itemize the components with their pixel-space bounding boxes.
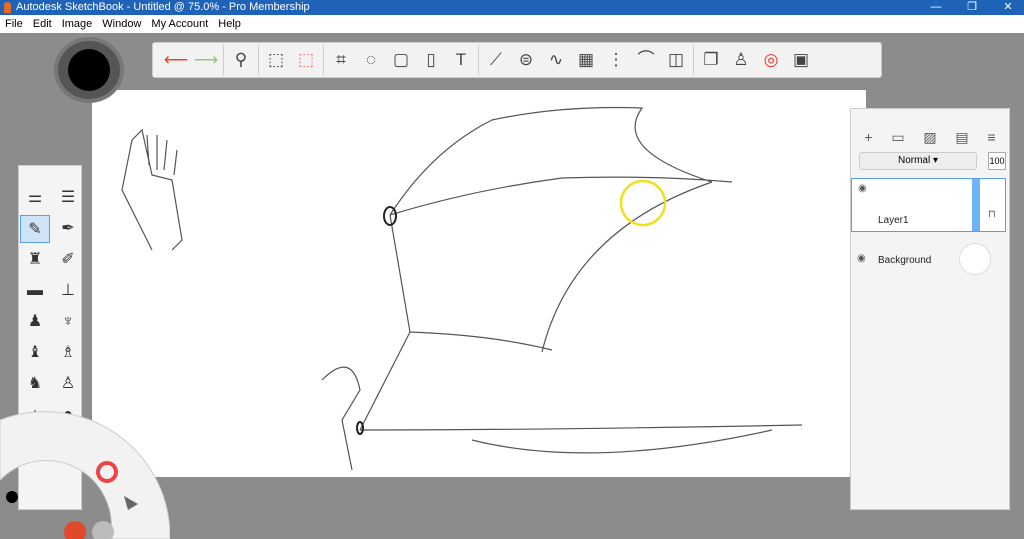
- chisel-icon[interactable]: ♗: [53, 339, 83, 367]
- ellipse-icon[interactable]: ⊜: [513, 45, 539, 75]
- lasso-icon[interactable]: ◌: [358, 45, 384, 75]
- pencil-brush-icon[interactable]: ✎: [20, 215, 50, 243]
- select-icon[interactable]: ⬚: [263, 45, 289, 75]
- perspective-icon[interactable]: ▦: [573, 45, 599, 75]
- dragon-sketch: [121, 106, 803, 471]
- ink-pen-icon[interactable]: ♝: [20, 339, 50, 367]
- symmetry-icon[interactable]: ⋮: [603, 45, 629, 75]
- redo-icon[interactable]: [92, 521, 114, 539]
- layer-menu-icon[interactable]: ≡: [987, 129, 995, 146]
- menu-window[interactable]: Window: [102, 15, 141, 33]
- crop-icon[interactable]: ⌗: [328, 45, 354, 75]
- folder-icon[interactable]: ▭: [891, 129, 904, 146]
- menu-help[interactable]: Help: [218, 15, 241, 33]
- ruler-icon[interactable]: ⟋: [483, 45, 509, 75]
- divider: [223, 45, 224, 75]
- stamp-brush-icon[interactable]: ⊥: [53, 277, 83, 305]
- zoom-icon[interactable]: ⚲: [228, 45, 254, 75]
- redo-icon[interactable]: ⟶: [193, 45, 219, 75]
- minimize-button[interactable]: —: [930, 0, 942, 15]
- transform-icon[interactable]: ▢: [388, 45, 414, 75]
- lagoon-menu[interactable]: [0, 400, 170, 539]
- menu-file[interactable]: File: [5, 15, 23, 33]
- background-color-thumb[interactable]: [959, 243, 991, 275]
- lock-icon[interactable]: ⊓: [988, 209, 996, 220]
- visibility-eye-icon[interactable]: ◉: [858, 183, 867, 194]
- french-curve-icon[interactable]: ∿: [543, 45, 569, 75]
- layer-name: Layer1: [878, 215, 909, 226]
- layer-editor: + ▭ ▨ ▤ ≡ Normal ▾ 100 ◉ Layer1 ⊓ ◉ Back…: [850, 108, 1010, 510]
- visibility-eye-icon[interactable]: ◉: [857, 253, 866, 264]
- clear-layer-icon[interactable]: ▤: [955, 129, 968, 146]
- window-title: Autodesk SketchBook - Untitled @ 75.0% -…: [16, 1, 310, 13]
- text-icon[interactable]: T: [448, 45, 474, 75]
- menu-my-account[interactable]: My Account: [151, 15, 208, 33]
- brushes-icon[interactable]: ♙: [728, 45, 754, 75]
- title-bar: Autodesk SketchBook - Untitled @ 75.0% -…: [0, 0, 1024, 15]
- menu-bar: File Edit Image Window My Account Help: [0, 15, 1024, 33]
- fill-icon[interactable]: ▯: [418, 45, 444, 75]
- brush-puck[interactable]: [54, 37, 124, 103]
- felt-pen-icon[interactable]: ♞: [20, 370, 50, 398]
- brush-settings-icon[interactable]: ⚌: [20, 184, 50, 212]
- fan-brush-icon[interactable]: ♆: [53, 308, 83, 336]
- airbrush-icon[interactable]: ♟: [20, 308, 50, 336]
- divider: [323, 45, 324, 75]
- layer-row[interactable]: ◉ Layer1 ⊓: [851, 178, 1006, 232]
- layer-name[interactable]: Background: [878, 255, 931, 266]
- divider: [478, 45, 479, 75]
- stroke-icon[interactable]: ⌒: [633, 45, 659, 75]
- paint-brush-icon[interactable]: ✐: [53, 246, 83, 274]
- undo-icon[interactable]: ⟵: [163, 45, 189, 75]
- undo-icon[interactable]: [64, 521, 86, 539]
- eraser-brush-icon[interactable]: ▬: [20, 277, 50, 305]
- brush-color-icon[interactable]: [6, 491, 18, 503]
- layer-opacity-bar[interactable]: [972, 179, 980, 231]
- brush-library-icon[interactable]: ☰: [53, 184, 83, 212]
- blend-mode-value: Normal: [897, 155, 931, 166]
- maximize-button[interactable]: ❐: [966, 0, 978, 15]
- close-button[interactable]: ✕: [1002, 0, 1014, 15]
- shape-icon[interactable]: ◫: [663, 45, 689, 75]
- main-toolbar: ⟵ ⟶ ⚲ ⬚ ⬚ ⌗ ◌ ▢ ▯ T ⟋ ⊜ ∿ ▦ ⋮ ⌒ ◫ ❐ ♙ ◎ …: [152, 42, 882, 78]
- image-layer-icon[interactable]: ▨: [923, 129, 936, 146]
- menu-image[interactable]: Image: [62, 15, 93, 33]
- smudge-icon[interactable]: ♙: [53, 370, 83, 398]
- color-wheel-icon[interactable]: ◎: [758, 45, 784, 75]
- marker-brush-icon[interactable]: ♜: [20, 246, 50, 274]
- divider: [258, 45, 259, 75]
- app-logo-icon: [4, 2, 11, 13]
- crop-mask-icon[interactable]: ⬚: [293, 45, 319, 75]
- brush-color-swatch[interactable]: [68, 49, 110, 91]
- menu-edit[interactable]: Edit: [33, 15, 52, 33]
- divider: [693, 45, 694, 75]
- pen-brush-icon[interactable]: ✒: [53, 215, 83, 243]
- add-layer-icon[interactable]: +: [864, 129, 872, 146]
- blend-mode-select[interactable]: Normal ▾: [859, 152, 977, 170]
- opacity-field[interactable]: 100: [988, 152, 1006, 170]
- copy-icon[interactable]: ❐: [698, 45, 724, 75]
- palette-icon[interactable]: ▣: [788, 45, 814, 75]
